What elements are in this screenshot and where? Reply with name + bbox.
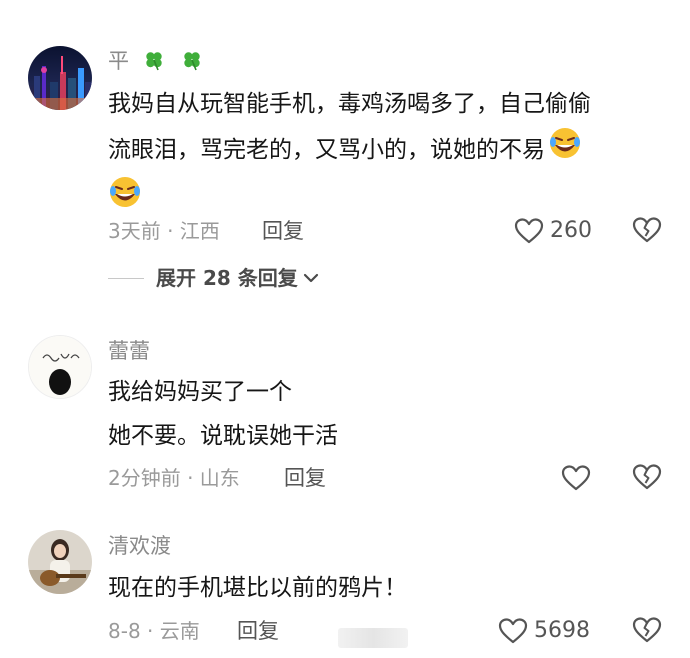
comment-line: 流眼泪，骂完老的，又骂小的，说她的不易 <box>108 126 591 175</box>
guitar-girl-avatar-image <box>28 530 92 594</box>
comment-text: 我给妈妈买了一个 她不要。说耽误她干活 <box>108 370 338 458</box>
laughing-crying-emoji-icon <box>108 175 142 224</box>
comment-line: 她不要。说耽误她干活 <box>108 423 338 449</box>
expand-replies-label: 展开 28 条回复 <box>156 266 298 290</box>
comment-item: 蕾蕾 我给妈妈买了一个 她不要。说耽误她干活 2分钟前 · 山东 回复 <box>0 300 690 510</box>
dislike-button[interactable] <box>632 616 662 646</box>
comment-line: 我给妈妈买了一个 <box>108 379 292 405</box>
handwriting-avatar-image <box>29 336 91 398</box>
watermark <box>338 628 408 648</box>
avatar[interactable] <box>28 46 92 110</box>
username[interactable]: 蕾蕾 <box>108 338 150 364</box>
like-count: 5698 <box>534 618 590 643</box>
comment-meta: 3天前 · 江西 <box>108 219 220 243</box>
heart-outline-icon <box>561 465 591 491</box>
heart-outline-icon <box>514 218 544 244</box>
dislike-button[interactable] <box>632 463 662 493</box>
clover-icon <box>180 48 204 78</box>
username-text: 平 <box>108 49 129 73</box>
like-button[interactable]: 5698 <box>498 615 590 647</box>
expand-replies-button[interactable]: 展开 28 条回复 <box>108 265 320 291</box>
clover-icon <box>142 48 166 78</box>
like-button[interactable] <box>561 462 597 494</box>
like-button[interactable]: 260 <box>514 215 592 247</box>
reply-button[interactable]: 回复 <box>262 218 304 244</box>
reply-button[interactable]: 回复 <box>284 465 326 491</box>
broken-heart-icon <box>632 617 662 643</box>
divider <box>108 277 144 279</box>
username[interactable]: 清欢渡 <box>108 533 171 559</box>
like-count: 260 <box>550 218 592 243</box>
heart-outline-icon <box>498 618 528 644</box>
broken-heart-icon <box>632 464 662 490</box>
avatar[interactable] <box>28 335 92 399</box>
broken-heart-icon <box>632 217 662 243</box>
laughing-crying-emoji-icon <box>548 126 582 175</box>
username[interactable]: 平 <box>108 48 204 78</box>
comment-line: 现在的手机堪比以前的鸦片！ <box>108 575 407 601</box>
comment-text: 我妈自从玩智能手机，毒鸡汤喝多了，自己偷偷 流眼泪，骂完老的，又骂小的，说她的不… <box>108 82 591 224</box>
comment-item: 平 我妈自从玩智能手机，毒鸡汤喝多了，自己偷偷 流眼泪，骂完老的，又骂小的，说她… <box>0 0 690 300</box>
comment-line: 我妈自从玩智能手机，毒鸡汤喝多了，自己偷偷 <box>108 91 591 117</box>
dislike-button[interactable] <box>632 216 662 246</box>
reply-button[interactable]: 回复 <box>237 618 279 644</box>
comment-meta: 2分钟前 · 山东 <box>108 466 240 490</box>
comment-meta: 8-8 · 云南 <box>108 619 200 643</box>
city-night-avatar-image <box>28 46 92 110</box>
avatar[interactable] <box>28 530 92 594</box>
comment-text: 现在的手机堪比以前的鸦片！ <box>108 566 407 610</box>
chevron-down-icon <box>303 273 318 283</box>
